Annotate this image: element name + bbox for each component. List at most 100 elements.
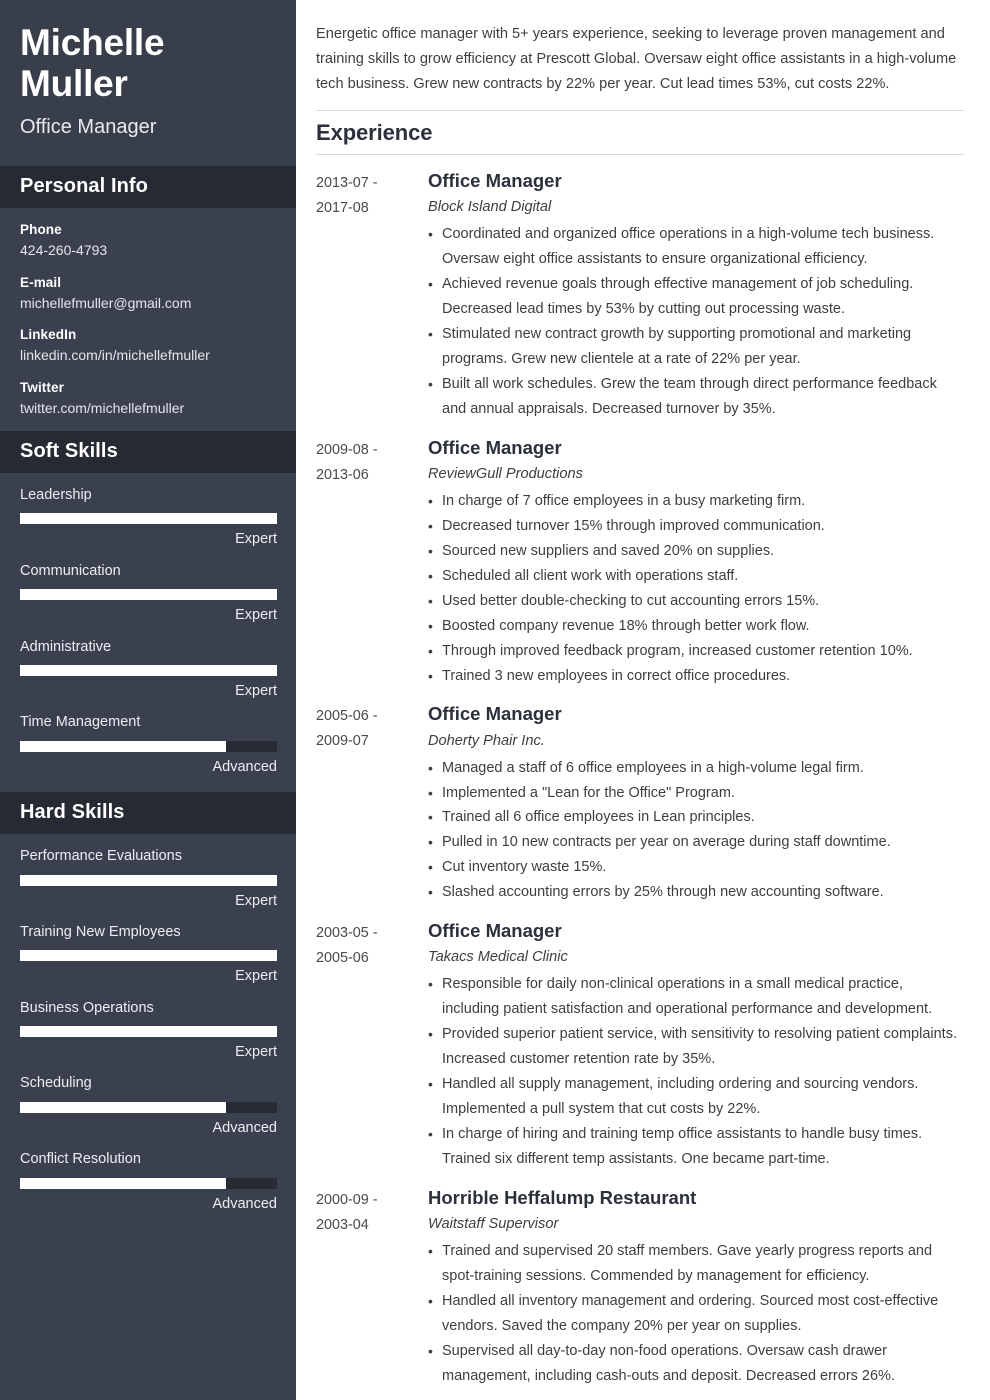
experience-bullet: Pulled in 10 new contracts per year on a… [428,830,964,855]
skill-level-bar-fill [20,1177,226,1189]
experience-bullet: Boosted company revenue 18% through bett… [428,614,964,639]
experience-bullet: Trained all 6 office employees in Lean p… [428,805,964,830]
personal-info-label: E-mail [20,274,62,290]
personal-info-item: E-mail michellefmuller@gmail.com [20,275,276,313]
skill-level-bar-fill [20,740,226,752]
experience-bullet: Decreased turnover 15% through improved … [428,514,964,539]
skill-level-bar [20,874,277,886]
skill-level-label: Advanced [212,1119,278,1136]
experience-bullet: Coordinated and organized office operati… [428,222,964,272]
experience-bullet-list: Managed a staff of 6 office employees in… [428,756,964,906]
experience-bullet: Built all work schedules. Grew the team … [428,372,964,422]
experience-dates: 2000-09 - 2003-04 [316,1186,428,1389]
skill-item: Communication Expert [20,562,277,625]
experience-bullet: Scheduled all client work with operation… [428,564,964,589]
experience-title: Office Manager [428,703,562,725]
experience-heading: Experience [316,120,433,146]
experience-company: ReviewGull Productions [428,466,583,482]
skill-level-bar [20,589,277,601]
skill-level-label: Advanced [212,758,278,775]
experience-bullet: In charge of hiring and training temp of… [428,1122,964,1172]
experience-bullet: Trained 3 new employees in correct offic… [428,664,964,689]
job-role: Office Manager [20,115,157,138]
experience-bullet-list: Responsible for daily non-clinical opera… [428,972,964,1172]
experience-list: 2013-07 - 2017-08 Office Manager Block Isla… [316,155,964,1388]
personal-info-item: Twitter twitter.com/michellefmuller [20,380,276,418]
skill-name: Communication [20,562,121,579]
experience-date-start: 2005-06 - [316,708,378,725]
skill-level-bar-fill [20,664,277,676]
experience-bullet: Through improved feedback program, incre… [428,639,964,664]
skill-level-bar-fill [20,950,277,962]
experience-entry: 2003-05 - 2005-06 Office Manager Takacs Med… [316,919,964,1172]
experience-bullet: Trained and supervised 20 staff members.… [428,1239,964,1289]
experience-bullet: Achieved revenue goals through effective… [428,272,964,322]
experience-title: Office Manager [428,170,562,192]
skill-level-bar-fill [20,874,277,886]
experience-date-start: 2009-08 - [316,441,378,458]
soft-skills-heading-band: Soft Skills [0,431,296,473]
experience-bullet: Used better double-checking to cut accou… [428,589,964,614]
experience-date-start: 2013-07 - [316,175,378,192]
skill-level-bar [20,1101,277,1113]
experience-date-start: 2000-09 - [316,1191,378,1208]
personal-info-item: Phone 424-260-4793 [20,222,276,260]
personal-info-item: LinkedIn linkedin.com/in/michellefmuller [20,327,276,365]
experience-body: Office Manager ReviewGull Productions In c… [428,436,964,689]
skill-name: Training New Employees [20,923,181,940]
skill-level-bar [20,513,277,525]
experience-bullet: Stimulated new contract growth by suppor… [428,322,964,372]
skill-name: Conflict Resolution [20,1151,141,1168]
experience-date-end: 2005-06 [316,950,369,967]
experience-date-start: 2003-05 - [316,925,378,942]
skill-item: Conflict Resolution Advanced [20,1151,277,1213]
main-content: Energetic office manager with 5+ years e… [296,0,990,1400]
personal-info-value[interactable]: 424-260-4793 [20,242,276,260]
experience-bullet: Handled all supply management, including… [428,1072,964,1122]
skill-name: Performance Evaluations [20,848,182,865]
experience-body: Office Manager Takacs Medical Clinic Respo… [428,919,964,1172]
experience-bullet-list: Coordinated and organized office operati… [428,222,964,422]
skill-item: Performance Evaluations Expert [20,848,277,910]
experience-entry: 2005-06 - 2009-07 Office Manager Doherty Ph… [316,702,964,905]
resume-page: Michelle Muller Office Manager Personal … [0,0,990,1400]
skill-level-bar-fill [20,589,277,601]
personal-info-label: LinkedIn [20,327,77,342]
experience-title: Horrible Heffalump Restaurant [428,1186,697,1208]
personal-info-value[interactable]: twitter.com/michellefmuller [20,400,276,418]
skill-level-bar [20,740,277,752]
experience-body: Office Manager Block Island Digital Coordi… [428,169,964,422]
experience-entry: 2000-09 - 2003-04 Horrible Heffalump Resta… [316,1186,964,1389]
skill-level-label: Expert [235,968,277,985]
skill-name: Time Management [20,714,141,731]
identity-header: Michelle Muller Office Manager [0,0,296,166]
hard-skills-heading-band: Hard Skills [0,792,296,835]
experience-date-end: 2013-06 [316,466,369,483]
experience-bullet: Provided superior patient service, with … [428,1022,964,1072]
skill-item: Training New Employees Expert [20,923,277,986]
skill-level-bar [20,1026,277,1038]
personal-info-value[interactable]: michellefmuller@gmail.com [20,295,276,313]
personal-info-label: Phone [20,222,62,237]
experience-bullet-list: In charge of 7 office employees in a bus… [428,489,964,689]
hard-skills-list: Performance Evaluations Expert Training Ne… [0,834,296,1229]
experience-title: Office Manager [428,436,562,458]
soft-skills-heading: Soft Skills [20,440,118,462]
experience-dates: 2005-06 - 2009-07 [316,702,428,905]
experience-bullet: Implemented a "Lean for the Office" Prog… [428,781,964,806]
sidebar: Michelle Muller Office Manager Personal … [0,0,296,1400]
experience-date-end: 2003-04 [316,1216,369,1233]
experience-bullet: Supervised all day-to-day non-food opera… [428,1339,964,1389]
skill-level-label: Expert [235,892,277,909]
skill-level-bar [20,950,277,962]
experience-title: Office Manager [428,920,562,942]
experience-bullet: Cut inventory waste 15%. [428,855,964,880]
experience-company: Block Island Digital [428,199,552,216]
skill-name: Administrative [20,638,112,655]
skill-name: Scheduling [20,1075,92,1092]
skill-level-label: Expert [235,682,277,699]
full-name: Michelle Muller [20,22,165,105]
personal-info-value[interactable]: linkedin.com/in/michellefmuller [20,347,276,365]
skill-item: Administrative Expert [20,638,277,701]
experience-bullet: Sourced new suppliers and saved 20% on s… [428,539,964,564]
